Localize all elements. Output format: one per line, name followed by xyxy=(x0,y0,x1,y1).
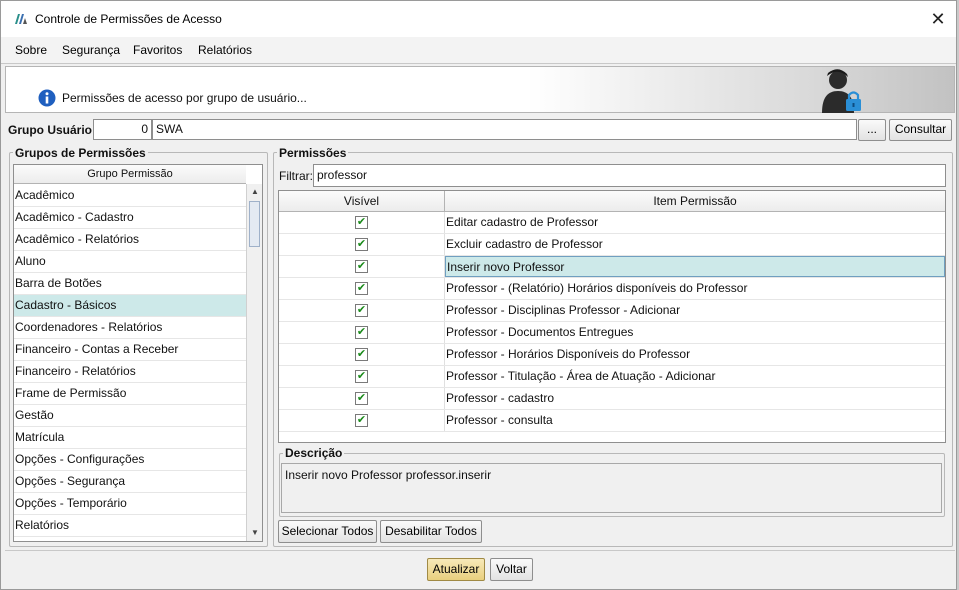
list-item[interactable]: Relatórios xyxy=(14,515,246,537)
visible-checkbox[interactable]: ✔ xyxy=(355,326,368,339)
table-row[interactable]: ✔ Excluir cadastro de Professor xyxy=(279,234,945,256)
cell-item[interactable]: Inserir novo Professor xyxy=(445,256,945,277)
cell-item[interactable]: Professor - cadastro xyxy=(445,388,945,409)
cell-item[interactable]: Professor - Titulação - Área de Atuação … xyxy=(445,366,945,387)
visible-checkbox[interactable]: ✔ xyxy=(355,260,368,273)
table-row[interactable]: ✔ Professor - Documentos Entregues xyxy=(279,322,945,344)
disable-all-button[interactable]: Desabilitar Todos xyxy=(380,520,482,543)
visible-checkbox[interactable]: ✔ xyxy=(355,414,368,427)
close-icon[interactable]: ✕ xyxy=(926,7,950,31)
cell-item[interactable]: Professor - (Relatório) Horários disponí… xyxy=(445,278,945,299)
cell-visivel: ✔ xyxy=(279,278,445,299)
cell-visivel: ✔ xyxy=(279,366,445,387)
select-all-button[interactable]: Selecionar Todos xyxy=(278,520,377,543)
table-row[interactable]: ✔ Professor - Horários Disponíveis do Pr… xyxy=(279,344,945,366)
visible-checkbox[interactable]: ✔ xyxy=(355,370,368,383)
list-item[interactable]: Opções - Configurações xyxy=(14,449,246,471)
list-item[interactable]: Frame de Permissão xyxy=(14,383,246,405)
visible-checkbox[interactable]: ✔ xyxy=(355,216,368,229)
table-row[interactable]: ✔ Professor - cadastro xyxy=(279,388,945,410)
user-lock-icon xyxy=(822,69,861,113)
cell-visivel: ✔ xyxy=(279,410,445,431)
list-item[interactable]: Barra de Botões xyxy=(14,273,246,295)
column-header-visivel[interactable]: Visível xyxy=(279,191,445,212)
visible-checkbox[interactable]: ✔ xyxy=(355,348,368,361)
descricao-text: Inserir novo Professor professor.inserir xyxy=(281,463,942,513)
visible-checkbox[interactable]: ✔ xyxy=(355,282,368,295)
info-icon xyxy=(38,89,56,107)
grupos-scrollbar[interactable]: ▲ ▼ xyxy=(246,184,262,541)
scroll-down-icon[interactable]: ▼ xyxy=(247,525,262,541)
title-bar: Controle de Permissões de Acesso ✕ xyxy=(1,1,956,37)
list-item-selected[interactable]: Cadastro - Básicos xyxy=(14,295,246,317)
table-row[interactable]: ✔ Editar cadastro de Professor xyxy=(279,212,945,234)
main-window: Controle de Permissões de Acesso ✕ Sobre… xyxy=(0,0,957,590)
cell-item[interactable]: Professor - consulta xyxy=(445,410,945,431)
banner-text: Permissões de acesso por grupo de usuári… xyxy=(62,91,307,105)
visible-checkbox[interactable]: ✔ xyxy=(355,238,368,251)
permissoes-legend: Permissões xyxy=(277,146,349,160)
menu-seguranca[interactable]: Segurança xyxy=(62,43,120,57)
list-item[interactable]: Coordenadores - Relatórios xyxy=(14,317,246,339)
app-logo-icon xyxy=(15,14,27,24)
table-row[interactable]: ✔ Professor - (Relatório) Horários dispo… xyxy=(279,278,945,300)
menu-favoritos[interactable]: Favoritos xyxy=(133,43,182,57)
menu-bar: Sobre Segurança Favoritos Relatórios xyxy=(1,37,956,64)
filter-label: Filtrar: xyxy=(279,169,313,183)
descricao-legend: Descrição xyxy=(283,446,345,460)
update-button[interactable]: Atualizar xyxy=(427,558,485,581)
grupo-name-field[interactable]: SWA xyxy=(152,119,857,140)
grupos-legend: Grupos de Permissões xyxy=(13,146,148,160)
cell-visivel: ✔ xyxy=(279,322,445,343)
cell-item[interactable]: Professor - Disciplinas Professor - Adic… xyxy=(445,300,945,321)
scroll-up-icon[interactable]: ▲ xyxy=(247,184,262,200)
menu-sobre[interactable]: Sobre xyxy=(15,43,47,57)
window-title: Controle de Permissões de Acesso xyxy=(35,12,222,26)
table-header: Visível Item Permissão xyxy=(279,191,945,212)
list-item[interactable]: Acadêmico - Relatórios xyxy=(14,229,246,251)
browse-button[interactable]: ... xyxy=(858,119,886,141)
list-item[interactable]: Acadêmico - Cadastro xyxy=(14,207,246,229)
back-button[interactable]: Voltar xyxy=(490,558,533,581)
grupo-code-field[interactable]: 0 xyxy=(93,119,152,140)
table-row-selected[interactable]: ✔ Inserir novo Professor xyxy=(279,256,945,278)
list-item[interactable]: Matrícula xyxy=(14,427,246,449)
table-row[interactable]: ✔ Professor - Titulação - Área de Atuaçã… xyxy=(279,366,945,388)
visible-checkbox[interactable]: ✔ xyxy=(355,392,368,405)
menu-relatorios[interactable]: Relatórios xyxy=(198,43,252,57)
grupos-list: Grupo Permissão Acadêmico Acadêmico - Ca… xyxy=(13,164,263,542)
list-item[interactable]: Opções - Segurança xyxy=(14,471,246,493)
list-item[interactable]: Aluno xyxy=(14,251,246,273)
permissoes-table: Visível Item Permissão ✔ Editar cadastro… xyxy=(278,190,946,443)
cell-item[interactable]: Professor - Horários Disponíveis do Prof… xyxy=(445,344,945,365)
table-row[interactable]: ✔ Professor - consulta xyxy=(279,410,945,432)
cell-item[interactable]: Editar cadastro de Professor xyxy=(445,212,945,233)
cell-visivel: ✔ xyxy=(279,388,445,409)
cell-visivel: ✔ xyxy=(279,300,445,321)
visible-checkbox[interactable]: ✔ xyxy=(355,304,368,317)
list-item[interactable]: Opções - Temporário xyxy=(14,493,246,515)
cell-visivel: ✔ xyxy=(279,256,445,277)
scroll-thumb[interactable] xyxy=(249,201,260,247)
cell-item[interactable]: Excluir cadastro de Professor xyxy=(445,234,945,255)
cell-item[interactable]: Professor - Documentos Entregues xyxy=(445,322,945,343)
table-row[interactable]: ✔ Professor - Disciplinas Professor - Ad… xyxy=(279,300,945,322)
list-item[interactable]: Financeiro - Contas a Receber xyxy=(14,339,246,361)
grupo-usuario-label: Grupo Usuário: xyxy=(8,123,97,137)
list-item[interactable]: Acadêmico xyxy=(14,185,246,207)
filter-input[interactable]: professor xyxy=(313,164,946,187)
info-banner: Permissões de acesso por grupo de usuári… xyxy=(5,66,955,113)
cell-visivel: ✔ xyxy=(279,344,445,365)
cell-visivel: ✔ xyxy=(279,212,445,233)
list-item[interactable]: Gestão xyxy=(14,405,246,427)
column-header-item[interactable]: Item Permissão xyxy=(445,191,945,212)
grupos-rows: Acadêmico Acadêmico - Cadastro Acadêmico… xyxy=(14,185,246,537)
cell-visivel: ✔ xyxy=(279,234,445,255)
list-item[interactable]: Financeiro - Relatórios xyxy=(14,361,246,383)
grupos-column-header[interactable]: Grupo Permissão xyxy=(14,165,246,184)
consultar-button[interactable]: Consultar xyxy=(889,119,952,141)
